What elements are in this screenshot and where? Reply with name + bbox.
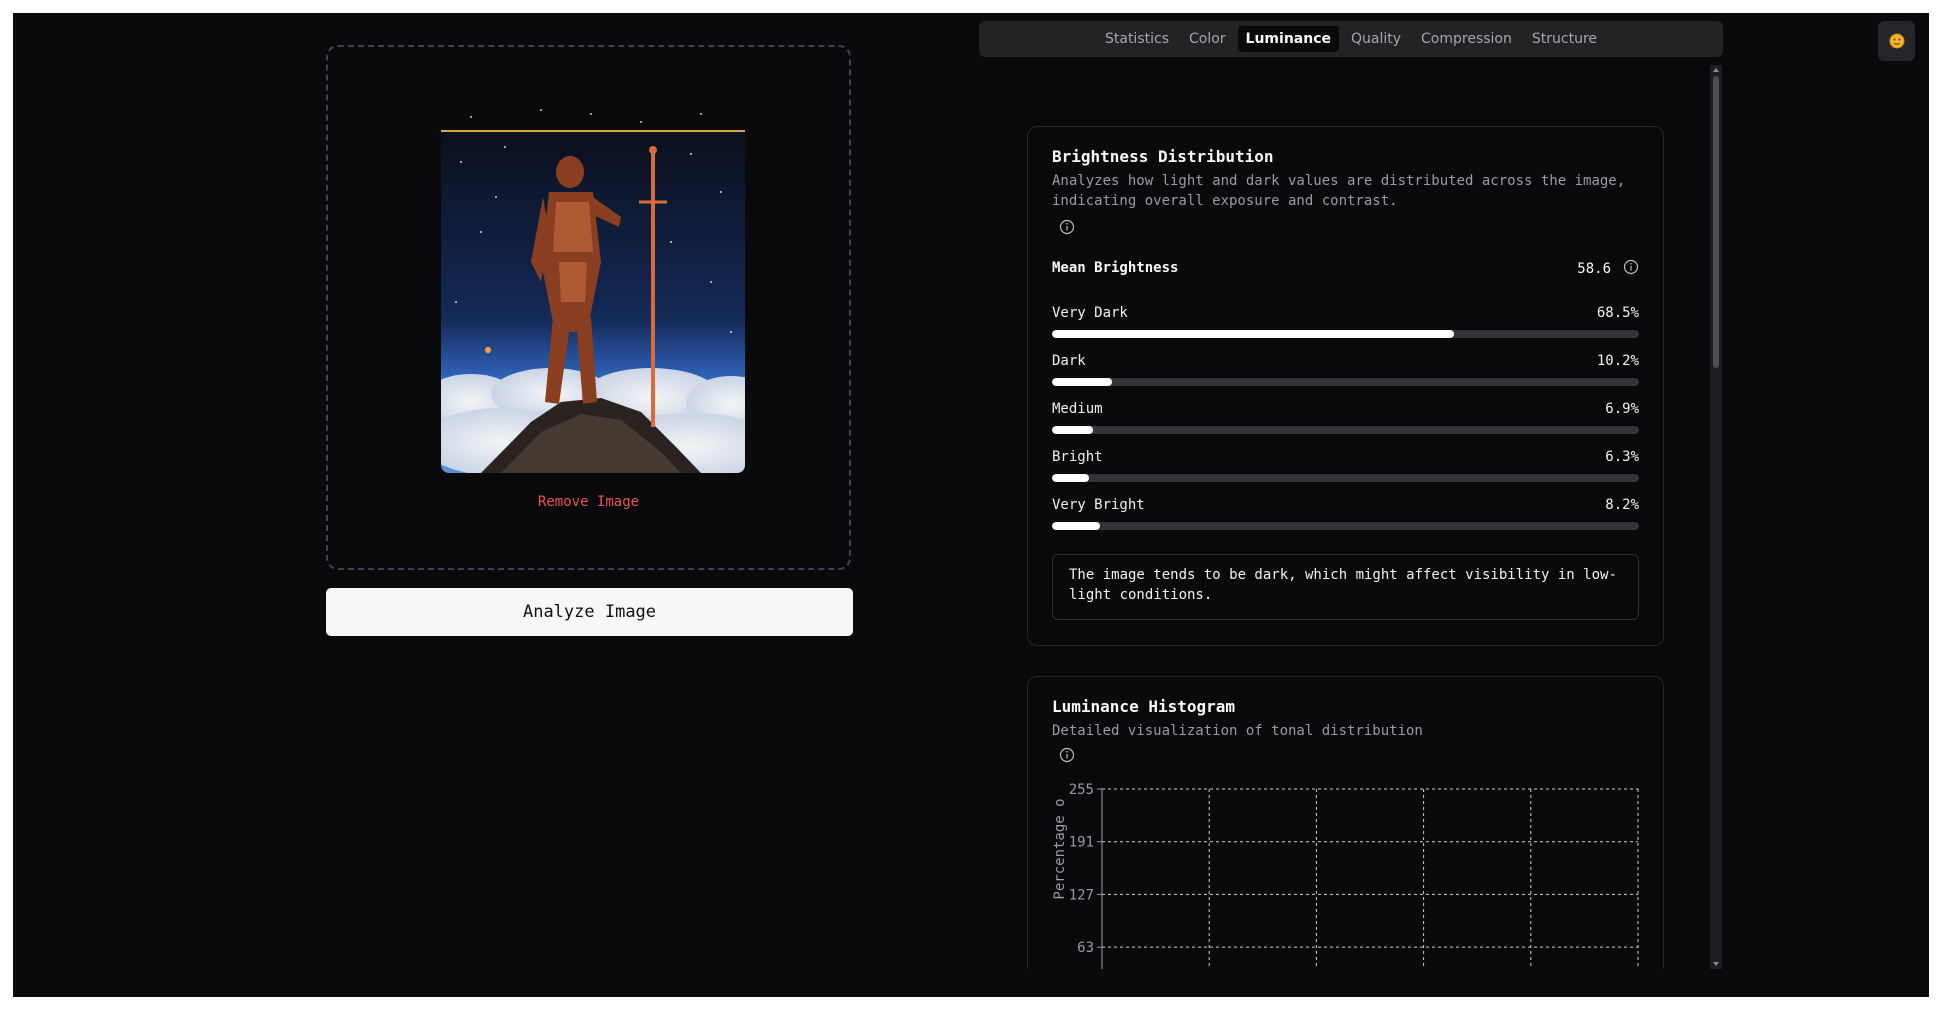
y-tick-label: 127: [1069, 887, 1094, 903]
info-icon[interactable]: [1059, 219, 1075, 235]
scrollbar-thumb[interactable]: [1713, 76, 1719, 368]
tab-luminance[interactable]: Luminance: [1237, 26, 1339, 52]
y-tick-label: 255: [1069, 783, 1094, 798]
progress-fill: [1052, 474, 1089, 482]
analyze-image-button[interactable]: Analyze Image: [326, 588, 853, 636]
bar-label: Dark: [1052, 353, 1086, 369]
sun-icon: [1889, 33, 1904, 49]
luminance-histogram-chart: 255 191 127 63 Percentage o: [1052, 783, 1639, 969]
card-description: Analyzes how light and dark values are d…: [1052, 173, 1626, 209]
brightness-insight-note: The image tends to be dark, which might …: [1052, 554, 1639, 620]
y-tick-label: 191: [1069, 835, 1094, 851]
y-axis-label: Percentage o: [1052, 798, 1068, 899]
bar-percentage: 10.2%: [1596, 353, 1639, 369]
tab-color[interactable]: Color: [1181, 26, 1234, 52]
card-title: Brightness Distribution: [1052, 147, 1274, 166]
bar-label: Very Dark: [1052, 305, 1128, 321]
bar-percentage: 6.9%: [1605, 401, 1639, 417]
progress-track: [1052, 522, 1639, 530]
y-tick-label: 63: [1077, 940, 1094, 956]
brightness-bar-row: Very Dark 68.5%: [1052, 305, 1639, 339]
bar-percentage: 8.2%: [1605, 497, 1639, 513]
theme-toggle-button[interactable]: [1878, 21, 1915, 61]
progress-track: [1052, 330, 1639, 338]
bar-label: Medium: [1052, 401, 1103, 417]
tab-structure[interactable]: Structure: [1524, 26, 1605, 52]
results-panel[interactable]: Brightness Distribution Analyzes how lig…: [979, 65, 1723, 969]
bar-label: Very Bright: [1052, 497, 1145, 513]
scroll-up-icon[interactable]: [1712, 67, 1720, 73]
progress-fill: [1052, 522, 1101, 530]
progress-fill: [1052, 426, 1093, 434]
progress-fill: [1052, 378, 1112, 386]
bar-label: Bright: [1052, 449, 1103, 465]
analysis-tabs: Statistics Color Luminance Quality Compr…: [979, 21, 1723, 57]
tab-quality[interactable]: Quality: [1343, 26, 1409, 52]
card-title: Luminance Histogram: [1052, 697, 1236, 716]
image-dropzone[interactable]: Remove Image: [326, 45, 851, 570]
card-description: Detailed visualization of tonal distribu…: [1052, 723, 1423, 739]
bar-percentage: 6.3%: [1605, 449, 1639, 465]
results-scrollbar[interactable]: [1710, 65, 1722, 969]
progress-track: [1052, 426, 1639, 434]
brightness-bar-row: Very Bright 8.2%: [1052, 497, 1639, 531]
brightness-bar-row: Medium 6.9%: [1052, 401, 1639, 435]
info-icon[interactable]: [1623, 259, 1639, 275]
mean-brightness-value: 58.6: [1577, 261, 1611, 277]
brightness-bar-row: Bright 6.3%: [1052, 449, 1639, 483]
brightness-distribution-card: Brightness Distribution Analyzes how lig…: [1027, 126, 1664, 646]
brightness-bar-row: Dark 10.2%: [1052, 353, 1639, 387]
samurai-artwork-image: [441, 102, 745, 473]
progress-track: [1052, 474, 1639, 482]
progress-fill: [1052, 330, 1455, 338]
remove-image-button[interactable]: Remove Image: [328, 494, 849, 510]
progress-track: [1052, 378, 1639, 386]
mean-brightness-label: Mean Brightness: [1052, 260, 1179, 276]
info-icon[interactable]: [1059, 747, 1075, 763]
luminance-histogram-card: Luminance Histogram Detailed visualizati…: [1027, 676, 1664, 969]
tab-compression[interactable]: Compression: [1413, 26, 1520, 52]
app-window: Remove Image Analyze Image Statistics Co…: [13, 13, 1929, 997]
image-preview: [441, 102, 745, 473]
scroll-down-icon[interactable]: [1712, 961, 1720, 967]
bar-percentage: 68.5%: [1596, 305, 1639, 321]
tab-statistics[interactable]: Statistics: [1097, 26, 1177, 52]
